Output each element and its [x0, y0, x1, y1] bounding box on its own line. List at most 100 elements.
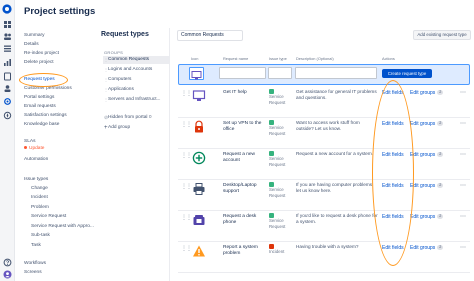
request-description[interactable]: Want to access work stuff from outside? … — [296, 120, 378, 131]
sidebar-subitem-incident[interactable]: Incident — [31, 194, 48, 201]
add-group-button[interactable]: + Add group — [103, 124, 169, 132]
plus-circle-icon — [192, 151, 206, 165]
request-name[interactable]: Request a new account — [223, 152, 267, 164]
update-label: Update — [29, 146, 45, 151]
queue-icon[interactable] — [3, 44, 12, 53]
drag-handle-icon[interactable]: ⋮ — [104, 56, 108, 64]
edit-groups-link[interactable]: Edit groups 2 — [410, 214, 444, 220]
add-existing-request-type-button[interactable]: Add existing request type — [413, 30, 471, 40]
sidebar-subitem-task[interactable]: Task — [31, 242, 41, 249]
request-description[interactable]: If you'd like to request a desk phone fo… — [296, 213, 378, 224]
edit-groups-label: Edit groups — [410, 245, 436, 251]
more-actions-icon[interactable]: ⋯ — [460, 151, 466, 158]
sidebar-item-reindex[interactable]: Re-index project — [24, 50, 59, 57]
request-types-annotation-ring — [19, 73, 68, 87]
group-item-applications[interactable]: ⋮ Applications — [103, 86, 169, 94]
global-nav-rail — [0, 0, 15, 281]
group-item-computers[interactable]: ⋮ Computers — [103, 76, 169, 84]
group-name-input[interactable]: Common Requests — [177, 30, 243, 41]
sidebar-item-issue-types[interactable]: Issue types — [24, 176, 48, 183]
drag-handle-icon[interactable]: ⋮⋮ — [181, 183, 192, 190]
sidebar-item-details[interactable]: Details — [24, 41, 39, 48]
sidebar-item-update[interactable]: Update — [24, 145, 44, 152]
group-item-servers-infrastructure[interactable]: ⋮ Servers and Infrastruct... — [103, 96, 169, 104]
edit-groups-link[interactable]: Edit groups 2 — [410, 121, 444, 127]
request-description[interactable]: If you are having computer problems, let… — [296, 182, 378, 193]
sidebar-subitem-problem[interactable]: Problem — [31, 204, 49, 211]
monitor-icon — [191, 71, 202, 80]
group-item-logins-accounts[interactable]: ⋮ Logins and Accounts — [103, 66, 169, 74]
customers-icon[interactable] — [3, 84, 12, 93]
request-description[interactable]: Request a new account for a system. — [296, 151, 378, 157]
edit-groups-label: Edit groups — [410, 90, 436, 96]
request-name[interactable]: Desktop/Laptop support — [223, 183, 267, 195]
issue-type: Service Request — [269, 182, 294, 198]
new-request-name-input[interactable] — [219, 67, 266, 79]
sidebar-item-satisfaction-settings[interactable]: Satisfaction settings — [24, 112, 67, 119]
more-actions-icon[interactable]: ⋯ — [460, 213, 466, 220]
issue-type: Service Request — [269, 151, 294, 167]
new-icon-picker[interactable] — [189, 67, 204, 80]
edit-groups-link[interactable]: Edit groups 2 — [410, 152, 444, 158]
issue-type-label: Service Request — [269, 218, 286, 229]
sidebar-item-screens[interactable]: Screens — [24, 269, 42, 276]
sidebar-item-portal-settings[interactable]: Portal settings — [24, 94, 54, 101]
request-name[interactable]: Set up VPN to the office — [223, 121, 267, 133]
edit-groups-link[interactable]: Edit groups 2 — [410, 245, 444, 251]
people-icon[interactable] — [3, 32, 12, 41]
more-actions-icon[interactable]: ⋯ — [460, 182, 466, 189]
group-count-badge: 2 — [437, 121, 444, 126]
edit-groups-link[interactable]: Edit groups 2 — [410, 90, 444, 96]
sidebar-item-knowledge-base[interactable]: Knowledge base — [24, 121, 59, 128]
sidebar-item-automation[interactable]: Automation — [24, 156, 48, 163]
request-name[interactable]: Request a desk phone — [223, 214, 267, 226]
drag-handle-icon[interactable]: ⋮⋮ — [181, 90, 192, 97]
group-item-common-requests[interactable]: ⋮ Common Requests — [103, 56, 169, 64]
edit-groups-link[interactable]: Edit groups 2 — [410, 183, 444, 189]
document-icon[interactable] — [3, 72, 12, 81]
sidebar-item-workflows[interactable]: Workflows — [24, 260, 46, 267]
hidden-count: 0 — [148, 115, 152, 120]
sidebar-subitem-change[interactable]: Change — [31, 185, 48, 192]
drag-handle-icon[interactable]: ⋮ — [104, 86, 108, 94]
printer-icon — [193, 183, 205, 195]
sidebar-subitem-service-request-approvals[interactable]: Service Request with Appro... — [31, 223, 94, 230]
new-issue-type-select[interactable] — [268, 67, 292, 79]
column-header-description: Description (Optional) — [296, 56, 334, 61]
drag-handle-icon[interactable]: ⋮⋮ — [181, 121, 192, 128]
sidebar-subitem-sub-task[interactable]: Sub-task — [31, 232, 50, 239]
drag-handle-icon[interactable]: ⋮ — [104, 76, 108, 84]
column-header-request-name: Request name — [223, 56, 249, 61]
compass-icon[interactable] — [3, 111, 12, 120]
edit-groups-label: Edit groups — [410, 152, 436, 158]
request-description[interactable]: Get assistance for general IT problems a… — [296, 89, 378, 100]
sidebar-subitem-service-request[interactable]: Service Request — [31, 213, 66, 220]
drag-handle-icon[interactable]: ⋮⋮ — [181, 245, 192, 252]
drag-handle-icon[interactable]: ⋮⋮ — [181, 152, 192, 159]
settings-icon[interactable] — [3, 97, 12, 106]
more-actions-icon[interactable]: ⋯ — [460, 244, 466, 251]
request-name[interactable]: Report a system problem — [223, 245, 267, 257]
hidden-from-portal[interactable]: ⊘ Hidden from portal 0 — [103, 114, 169, 122]
drag-handle-icon[interactable]: ⋮ — [104, 66, 108, 74]
group-label: Applications — [108, 87, 134, 92]
request-name[interactable]: Get IT help — [223, 90, 267, 96]
help-icon[interactable] — [3, 258, 12, 267]
drag-handle-icon[interactable]: ⋮⋮ — [181, 214, 192, 221]
create-request-type-button[interactable]: Create request type — [382, 69, 432, 78]
sidebar-item-email-requests[interactable]: Email requests — [24, 103, 56, 110]
more-actions-icon[interactable]: ⋯ — [460, 120, 466, 127]
edit-groups-label: Edit groups — [410, 214, 436, 220]
sidebar-item-summary[interactable]: Summary — [24, 32, 45, 39]
group-count-badge: 2 — [437, 152, 444, 157]
new-description-input[interactable] — [295, 67, 377, 79]
app-logo-icon[interactable] — [2, 4, 12, 14]
dashboard-icon[interactable] — [3, 20, 12, 29]
drag-handle-icon[interactable]: ⋮ — [104, 96, 108, 104]
reports-icon[interactable] — [3, 58, 12, 67]
sidebar-item-delete-project[interactable]: Delete project — [24, 59, 54, 66]
more-actions-icon[interactable]: ⋯ — [460, 89, 466, 96]
sidebar-item-slas[interactable]: SLAs — [24, 138, 35, 145]
request-description[interactable]: Having trouble with a system? — [296, 244, 378, 250]
user-avatar-icon[interactable] — [3, 270, 12, 279]
